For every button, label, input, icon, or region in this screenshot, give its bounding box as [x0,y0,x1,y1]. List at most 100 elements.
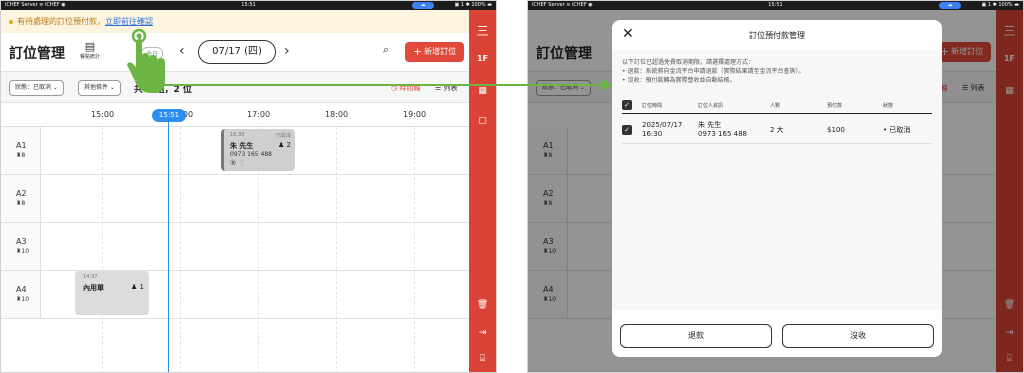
reservation-card-cancelled[interactable]: 16:30 已取消 朱 先生 ♟ 2 0973 165 488 ⑤ 🍴 [221,129,295,171]
deposit-management-dialog: ✕ 訂位預付款管理 以下訂位已超過免費取消期限，請選擇處理方式： • 退款：系統… [612,20,942,357]
column-header: 預付款 [827,103,843,109]
stats-label: 餐點統計 [79,54,100,60]
notice-text: 有待處理的訂位預付款， [17,17,105,26]
row-status: • 已取消 [883,126,911,134]
dine-in-card[interactable]: 14:37 內用單 ♟ 1 [75,271,149,315]
cloud-icon: ☁ [412,2,434,9]
dialog-note: 以下訂位已超過免費取消期限，請選擇處理方式： • 退款：系統將向金流平台申請退款… [622,58,804,85]
current-time-badge: 15:51 [152,109,186,122]
confiscate-button[interactable]: 沒收 [782,324,934,348]
floor-tab[interactable]: 1F [469,54,496,63]
table-name: A4 [16,285,27,294]
table-row[interactable]: A3 ♜10 [1,223,471,271]
page-title: 訂位管理 [9,46,65,62]
status-battery: ▣ 1 ✱ 100% ▬ [981,2,1019,8]
column-header: 人數 [770,103,781,109]
status-bar: iCHEF Server ≋ iCHEF ◉ 15:51 ☁ ▣ 1 ✱ 100… [1,1,496,10]
list-view-tab[interactable]: ☰ 列表 [435,83,458,93]
booking-phone: 0973 165 488 [230,151,272,158]
pending-deposit-notice: 有待處理的訂位預付款，立即前往確認 [1,10,496,33]
select-all-checkbox[interactable]: ✓ [622,100,632,110]
table-header: ✓ 訂位時間 訂位人資訊 人數 預付款 狀態 [622,98,932,114]
dialog-footer: 退款 沒收 [612,310,942,357]
status-filter[interactable]: 狀態：已取消 ⌄ [9,80,64,96]
other-filter[interactable]: 其他條件 ⌄ [78,80,121,96]
row-datetime: 2025/07/17 16:30 [642,121,682,139]
column-header: 訂位人資訊 [698,103,724,109]
filter-bar: 狀態：已取消 ⌄ 其他條件 ⌄ 共 1 組，2 位 ◷ 時間軸 ☰ 列表 [1,71,471,103]
table-label: A4 ♜10 [1,271,41,318]
row-phone: 0973 165 488 [698,130,747,138]
timeline-header: 15:00 16:00 17:00 18:00 19:00 15:51 [1,103,471,127]
capacity-value: 10 [21,248,30,255]
booking-name: 內用單 [83,284,104,292]
table-name: A3 [16,237,27,246]
table-name: A1 [16,141,27,150]
capacity-value: 8 [21,200,26,207]
row-date: 2025/07/17 [642,121,683,129]
chevron-left-icon[interactable]: ‹ [179,43,185,59]
table-label: A1 ♜8 [1,127,41,174]
table-row[interactable]: ✓ 2025/07/17 16:30 朱 先生 0973 165 488 2 大… [622,116,932,144]
table-capacity: ♜8 [16,152,26,159]
table-capacity: ♜8 [16,200,26,207]
row-time: 16:30 [642,130,663,138]
column-header: 訂位時間 [642,103,663,109]
side-rail: 三 1F ▦ ▢ 🗑 ⇥ ⌸ [469,10,496,372]
page-header: 訂位管理 ▤ 餐點統計 今日 ‹ 07/17 (四) › ⌕ + 新增訂位 [1,33,471,71]
row-deposit: $100 [827,126,845,134]
timeline-view-tab[interactable]: ◷ 時間軸 [391,83,420,93]
note-line: • 沒收：預付款轉為實際營收並自動結帳。 [622,77,736,84]
capacity-value: 8 [21,152,26,159]
note-line: 以下訂位已超過免費取消期限，請選擇處理方式： [622,59,755,66]
chevron-right-icon[interactable]: › [284,43,290,59]
row-checkbox[interactable]: ✓ [622,125,632,135]
notice-dot-icon [9,19,13,24]
booking-name: 朱 先生 [230,142,254,150]
exit-icon[interactable]: ⇥ [469,328,496,338]
dialog-body: 以下訂位已超過免費取消期限，請選擇處理方式： • 退款：系統將向金流平台申請退款… [612,50,942,310]
table-row[interactable]: A2 ♜8 [1,175,471,223]
cloud-icon: ☁ [939,2,961,9]
menu-icon[interactable]: 三 [469,22,496,39]
date-selector[interactable]: 07/17 (四) [198,40,276,64]
stats-button[interactable]: ▤ 餐點統計 [77,40,103,61]
clipboard-icon[interactable]: ▢ [469,116,496,126]
reservation-screen: iCHEF Server ≋ iCHEF ◉ 15:51 ☁ ▣ 1 ✱ 100… [0,0,497,373]
table-label: A2 ♜8 [1,175,41,222]
current-time-line [168,116,169,372]
booking-time: 16:30 [230,132,245,138]
row-name: 朱 先生 [698,121,722,129]
calendar-icon[interactable]: ▦ [469,86,496,96]
time-label: 17:00 [247,110,271,119]
table-name: A2 [16,189,27,198]
time-label: 19:00 [403,110,427,119]
add-reservation-label: 新增訂位 [424,47,457,56]
table-label: A3 ♜10 [1,223,41,270]
dialog-title: 訂位預付款管理 [749,31,805,40]
booking-status: 已取消 [275,133,291,139]
add-reservation-button[interactable]: + 新增訂位 [405,42,464,62]
time-label: 18:00 [325,110,349,119]
status-battery: ▣ 1 ✱ 100% ▬ [454,2,492,8]
row-people: 2 大 [770,126,784,134]
refund-button[interactable]: 退款 [620,324,772,348]
tutorial-composite: iCHEF Server ≋ iCHEF ◉ 15:51 ☁ ▣ 1 ✱ 100… [0,0,1024,373]
register-icon[interactable]: ⌸ [469,354,496,364]
table-capacity: ♜10 [16,248,30,255]
capacity-value: 10 [21,296,30,303]
people-count: 1 [139,283,144,291]
time-label: 15:00 [91,110,115,119]
booking-people: ♟ 2 [278,141,291,149]
table-row[interactable]: A4 ♜10 [1,271,471,319]
column-header: 狀態 [883,103,894,109]
plus-icon: + [412,45,423,58]
deposit-and-meal-icons: ⑤ 🍴 [230,159,248,167]
people-count: 2 [286,141,291,149]
note-line: • 退款：系統將向金流平台申請退款（實際結果請至金流平台查詢）。 [622,68,805,75]
booking-time: 14:37 [83,274,98,280]
trash-icon[interactable]: 🗑 [469,300,496,310]
table-capacity: ♜10 [16,296,30,303]
list-doc-icon: ▤ [84,40,96,53]
search-icon[interactable]: ⌕ [383,43,389,57]
